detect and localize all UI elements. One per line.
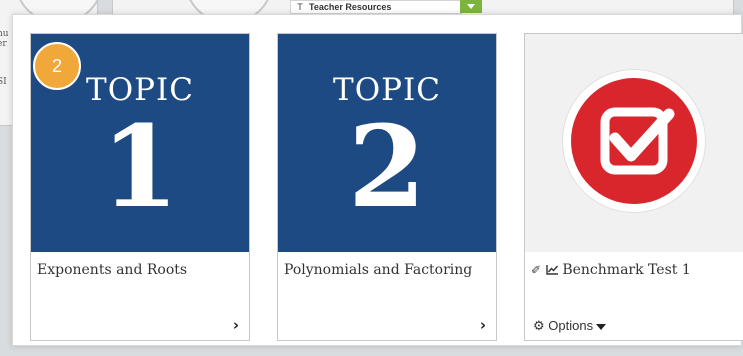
assessment-tools-icon: ✐ (531, 263, 542, 277)
benchmark-tile[interactable] (525, 34, 743, 252)
benchmark-title[interactable]: Benchmark Test 1 (562, 262, 690, 278)
benchmark-title-row[interactable]: ✐ Benchmark Test 1 (531, 262, 691, 278)
caret-down-icon (596, 323, 607, 330)
gear-icon: ⚙ (533, 319, 545, 334)
topic-1-open-chevron-icon[interactable]: › (233, 316, 239, 334)
topics-overlay-panel: TOPIC 1 Exponents and Roots › TOPIC 2 Po… (12, 14, 743, 346)
options-label: Options (548, 318, 594, 333)
teacher-resources-row[interactable]: T Teacher Resources (290, 0, 462, 14)
topic-1-tile-number: 1 (101, 102, 179, 233)
benchmark-test-card[interactable]: ✐ Benchmark Test 1 ⚙ Options (524, 33, 743, 341)
topic-1-title[interactable]: Exponents and Roots (37, 262, 187, 278)
options-menu-button[interactable]: ⚙ Options (533, 318, 607, 334)
topic-2-tile-number: 2 (348, 102, 426, 233)
benchmark-checkbox-icon (563, 70, 705, 212)
step-number-badge: 2 (33, 42, 81, 90)
topic-card-2[interactable]: TOPIC 2 Polynomials and Factoring › (277, 33, 497, 341)
topic-2-tile[interactable]: TOPIC 2 (278, 34, 496, 252)
resource-type-letter: T (297, 2, 303, 12)
line-chart-icon (545, 263, 563, 277)
background-card-text: nu er (0, 29, 9, 49)
background-card-text-2: SI (0, 77, 7, 87)
teacher-resources-dropdown-button[interactable] (460, 0, 482, 13)
topic-2-open-chevron-icon[interactable]: › (480, 316, 486, 334)
checkmark-icon (600, 107, 675, 175)
topic-2-title[interactable]: Polynomials and Factoring (284, 262, 472, 278)
teacher-resources-label: Teacher Resources (309, 2, 392, 12)
